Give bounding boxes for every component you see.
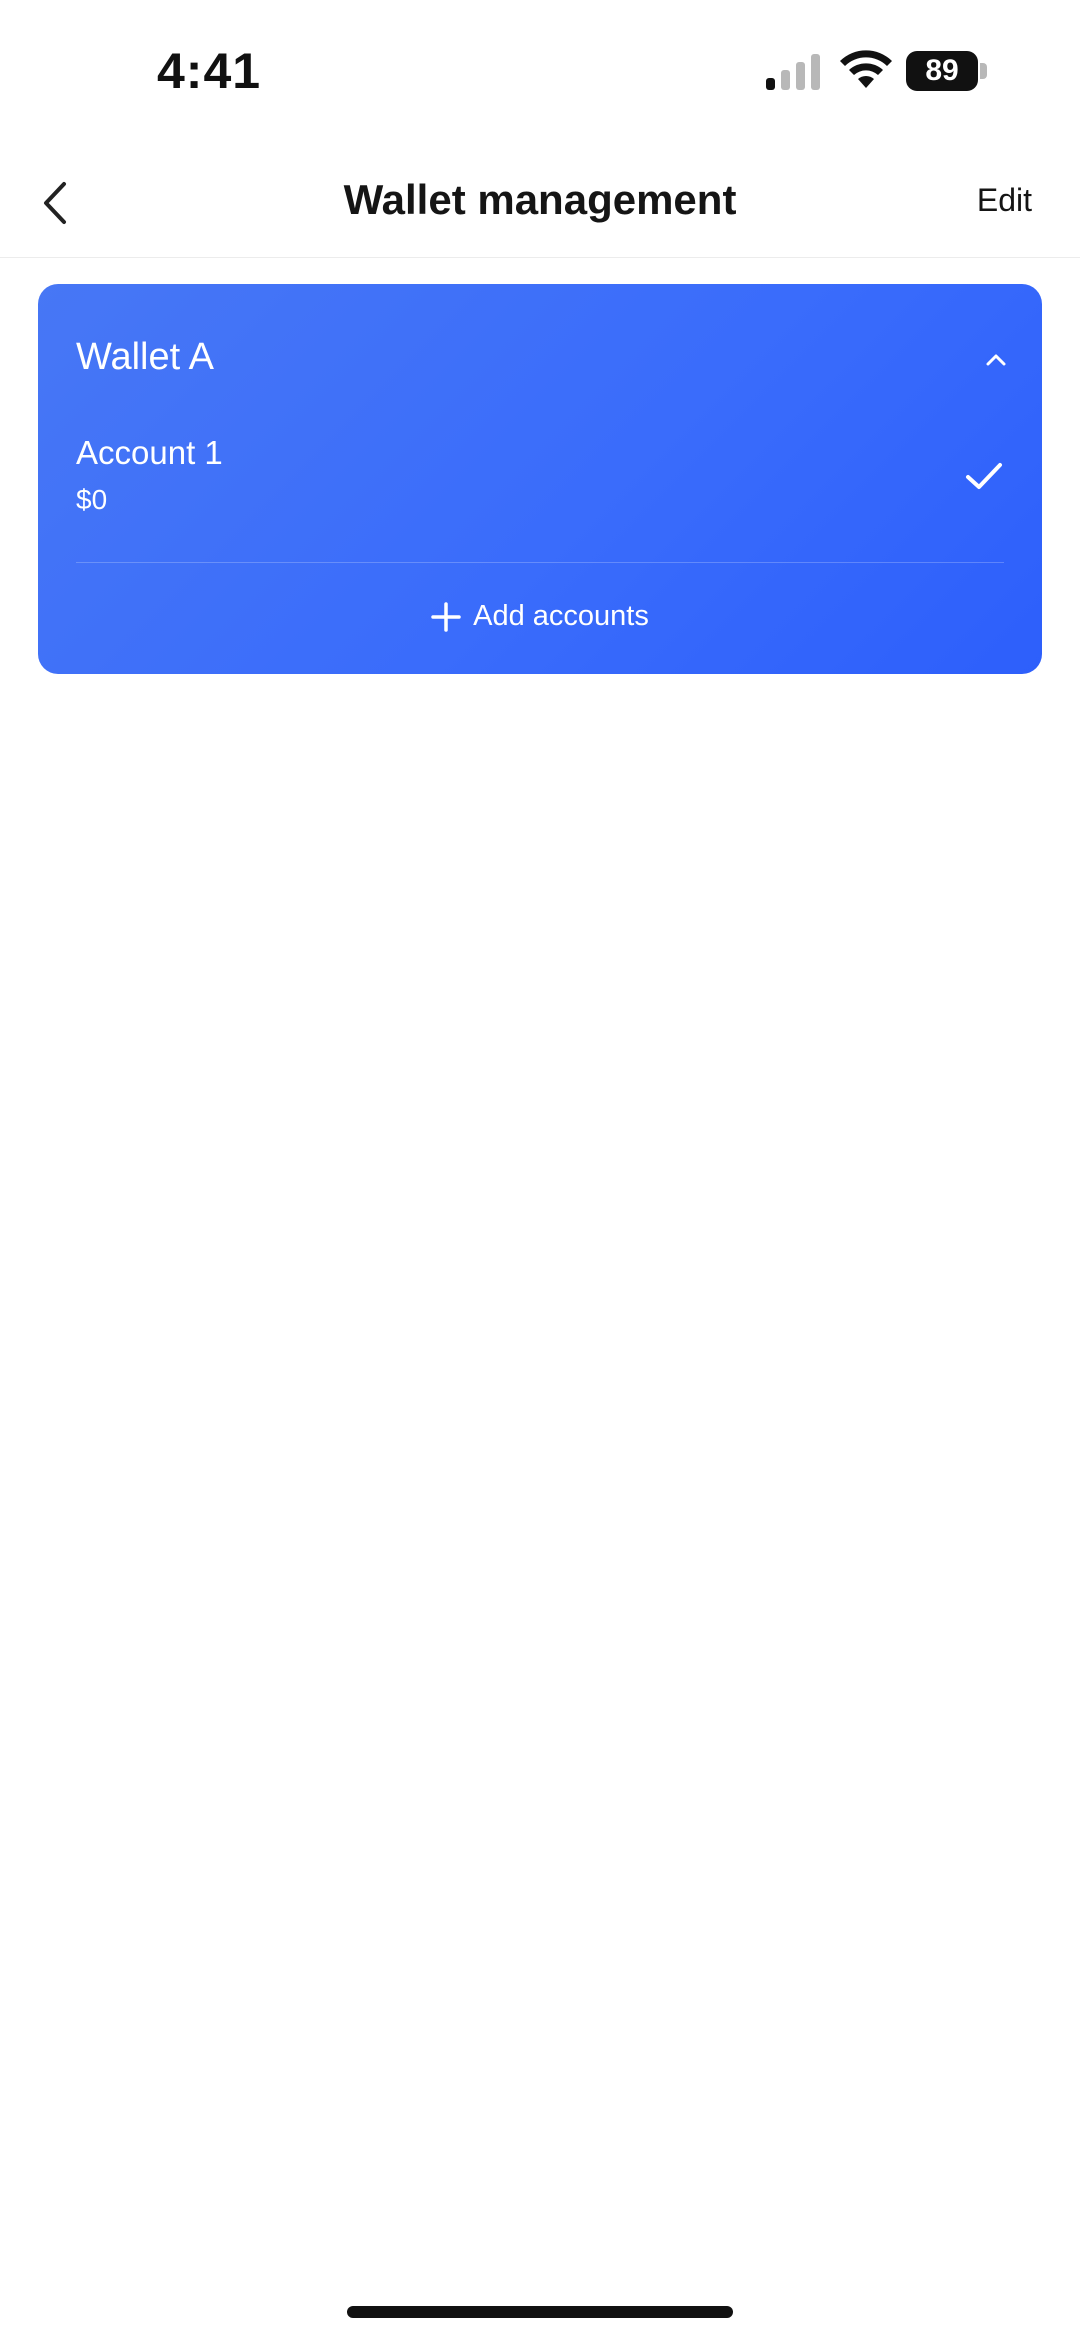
battery-level: 89 (906, 51, 978, 91)
wifi-icon (840, 50, 892, 88)
divider (76, 562, 1004, 563)
account-balance: $0 (76, 484, 108, 515)
account-row[interactable]: Account 1 $0 (76, 434, 1004, 546)
chevron-up-icon[interactable] (984, 352, 1008, 368)
add-accounts-label: Add accounts (473, 600, 649, 632)
home-indicator[interactable] (347, 2306, 733, 2318)
battery-cap (980, 63, 987, 79)
plus-icon (431, 601, 461, 632)
screen: 4:41 89 Wallet management Edit Wallet A (0, 0, 1080, 2340)
status-bar: 4:41 89 (0, 0, 1080, 140)
add-accounts-button[interactable]: Add accounts (38, 600, 1042, 633)
checkmark-icon (966, 463, 1002, 489)
edit-button[interactable]: Edit (977, 182, 1032, 219)
account-name: Account 1 (76, 434, 223, 471)
cellular-signal-icon (766, 54, 820, 90)
nav-bar: Wallet management Edit (0, 150, 1080, 258)
wallet-name[interactable]: Wallet A (76, 336, 214, 379)
status-time: 4:41 (157, 43, 262, 99)
page-title: Wallet management (343, 176, 737, 223)
battery-icon: 89 (906, 51, 988, 91)
wallet-card: Wallet A Account 1 $0 Add accounts (38, 284, 1042, 674)
